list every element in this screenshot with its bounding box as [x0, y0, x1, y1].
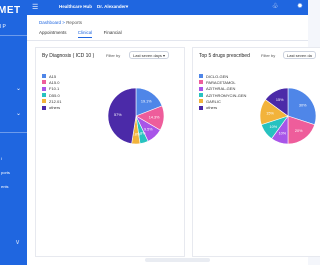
legend-swatch	[199, 105, 203, 110]
pie-slice-label: 19.1%	[141, 99, 152, 103]
collapse-icon[interactable]: ∨	[15, 238, 20, 246]
pie-slice-label: 57%	[114, 113, 122, 117]
legend-swatch	[42, 93, 46, 98]
legend-swatch	[199, 80, 203, 85]
pie-slice[interactable]	[107, 87, 137, 144]
breadcrumb: Dashboard > Reports	[39, 20, 82, 25]
menu-icon[interactable]: ☰	[32, 3, 38, 11]
app-logo: MET	[0, 5, 21, 16]
pie-slice-label: 10%	[279, 132, 287, 136]
legend: DICLO-GEN PARACETAMOL AZITHRAL-GEN AZITHROM…	[199, 73, 246, 111]
top-bar: ☰ Healthcare Hub Dr. Alexander▾ ♧ ✹	[27, 0, 308, 15]
pie-slice-label: 15%	[276, 98, 284, 102]
legend-label: AZITHRAL-GEN	[206, 86, 236, 92]
chevron-down-icon[interactable]: ⌄	[16, 110, 21, 117]
tab-appointments[interactable]: Appointments	[39, 30, 67, 35]
pie-slice-label: 15%	[266, 111, 274, 115]
chevron-down-icon[interactable]: ⌄	[16, 85, 21, 92]
legend-swatch	[42, 74, 46, 79]
filter-label: Filter by	[261, 53, 276, 58]
breadcrumb-dashboard[interactable]: Dashboard	[39, 20, 61, 25]
pie-chart: 19.1%14.3%9.5%4.8%4.8%57%	[107, 87, 165, 145]
sidebar-item-reports[interactable]: ports	[1, 170, 10, 175]
sidebar-item[interactable]: l	[1, 156, 2, 161]
legend-swatch	[42, 105, 46, 110]
legend-swatch	[199, 86, 203, 91]
breadcrumb-separator: >	[62, 20, 65, 25]
sidebar: MET l P ⌄ ⌄ l ports ents ∨	[0, 0, 27, 265]
legend-item: others	[199, 104, 246, 110]
legend-swatch	[199, 99, 203, 104]
legend-label: Z12.01	[49, 98, 62, 104]
legend-item: others	[42, 104, 61, 110]
divider	[0, 132, 27, 133]
settings-icon[interactable]: ✹	[297, 2, 303, 10]
pie-chart: 30% 20% 10%10% 15% 15%	[259, 87, 317, 145]
legend: A15 A15.0 F10.1 D55.0 Z12.01 others	[42, 73, 61, 111]
pie-slice-label: 10%	[269, 125, 277, 129]
legend-label: PARACETAMOL	[206, 79, 236, 85]
filter-select[interactable]: Last seven da	[283, 51, 316, 59]
breadcrumb-current: Reports	[66, 20, 82, 25]
legend-swatch	[42, 86, 46, 91]
tabs-divider	[27, 40, 308, 41]
tab-financial[interactable]: Financial	[104, 30, 122, 35]
card-title: By Diagnosis ( ICD 10 )	[42, 53, 95, 59]
sidebar-item-patients[interactable]: ents	[1, 184, 9, 189]
hub-title: Healthcare Hub	[59, 4, 93, 9]
filter-label: Filter by	[106, 53, 121, 58]
legend-swatch	[42, 99, 46, 104]
divider	[0, 35, 27, 36]
legend-swatch	[199, 93, 203, 98]
bell-icon[interactable]: ♧	[272, 2, 278, 10]
legend-label: A15.0	[49, 79, 60, 85]
legend-label: A15	[49, 73, 57, 79]
card-title: Top 5 drugs prescribed	[199, 53, 250, 59]
pie-slice-label: 14.3%	[149, 116, 160, 120]
legend-label: F10.1	[49, 86, 60, 92]
legend-label: others	[49, 105, 61, 111]
legend-label: D55.0	[49, 92, 60, 98]
org-name: l P	[0, 24, 6, 30]
legend-label: others	[206, 105, 218, 111]
legend-label: GARLIC	[206, 98, 221, 104]
main-content: Dashboard > Reports Appointments Clinica…	[27, 15, 320, 265]
legend-label: DICLO-GEN	[206, 73, 229, 79]
pie-slice-label: 30%	[299, 104, 307, 108]
legend-swatch	[42, 80, 46, 85]
user-menu[interactable]: Dr. Alexander▾	[97, 4, 128, 10]
report-tabs: Appointments Clinical Financial	[39, 30, 132, 38]
tab-clinical[interactable]: Clinical	[77, 30, 93, 38]
legend-label: AZITHROMYCIN-GEN	[206, 92, 247, 98]
legend-swatch	[199, 74, 203, 79]
filter-select[interactable]: Last seven days ▾	[129, 51, 170, 59]
pie-slice-label: 20%	[295, 129, 303, 133]
horizontal-scrollbar[interactable]	[145, 258, 210, 262]
drugs-card: Top 5 drugs prescribed Filter by Last se…	[192, 47, 320, 257]
legend-item: AZITHROMYCIN-GEN	[199, 92, 246, 98]
diagnosis-card: By Diagnosis ( ICD 10 ) Filter by Last s…	[35, 47, 185, 257]
